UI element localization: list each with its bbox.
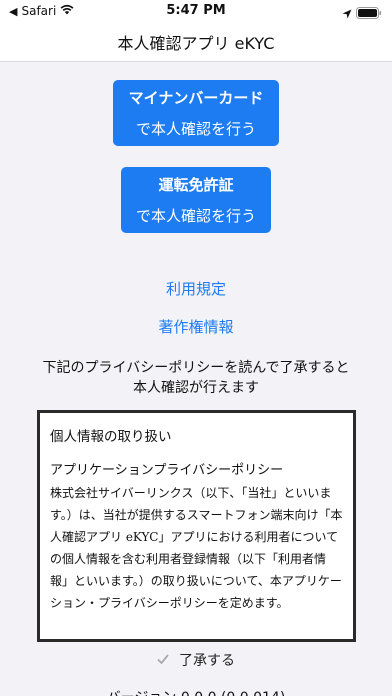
policy-heading: 個人情報の取り扱い [50, 429, 172, 445]
main-content: マイナンバーカード で本人確認を行う 運転免許証 で本人確認を行う 利用規定 著… [0, 63, 392, 696]
consent-notice: 下記のプライバシーポリシーを読んで了承すると 本人確認が行えます [0, 358, 392, 398]
policy-title: アプリケーションプライバシーポリシー [50, 463, 284, 478]
notice-line2: 本人確認が行えます [133, 380, 259, 396]
notice-line1: 下記のプライバシーポリシーを読んで了承すると [42, 360, 350, 376]
drivers-license-button[interactable]: 運転免許証 で本人確認を行う [121, 167, 271, 233]
policy-body: 株式会社サイバーリンクス（以下、「当社」といいます。）は、当社が提供するスマート… [50, 486, 343, 610]
checkmark-icon [157, 652, 169, 668]
status-time: 5:47 PM [166, 3, 226, 18]
version-label: バージョン 0.0.0 (0.0.014) [0, 687, 392, 696]
button-label-line2: で本人確認を行う [135, 120, 256, 138]
status-right [342, 4, 382, 23]
navigation-bar: 本人確認アプリ eKYC [0, 22, 392, 62]
button-label-line1: マイナンバーカード [128, 89, 264, 107]
agree-button[interactable]: 了承する [0, 650, 392, 670]
button-label-line1: 運転免許証 [158, 176, 234, 194]
location-icon [342, 4, 352, 23]
my-number-card-button[interactable]: マイナンバーカード で本人確認を行う [113, 80, 279, 146]
terms-link[interactable]: 利用規定 [0, 278, 392, 299]
battery-icon [356, 4, 382, 23]
page-title: 本人確認アプリ eKYC [117, 33, 275, 53]
privacy-policy-box[interactable]: 個人情報の取り扱い アプリケーションプライバシーポリシー 株式会社サイバーリンク… [37, 410, 356, 642]
agree-label: 了承する [179, 653, 235, 669]
copyright-link[interactable]: 著作権情報 [0, 316, 392, 337]
button-label-line2: で本人確認を行う [135, 207, 256, 225]
status-bar: ◀ Safari 5:47 PM [0, 0, 392, 22]
